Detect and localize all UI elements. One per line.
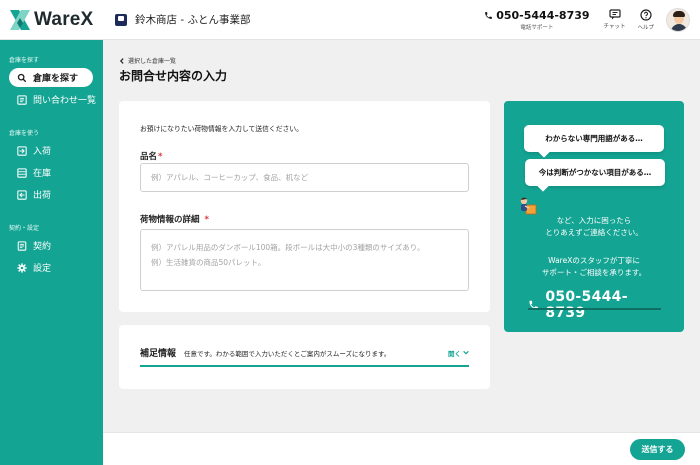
required-mark: *	[204, 215, 209, 225]
sidebar-section-title: 契約・設定	[9, 225, 40, 232]
sidebar-section-title: 倉庫を使う	[9, 130, 40, 137]
supplement-title: 補足情報	[140, 349, 177, 359]
support-panel: わからない専門用語がある… 今は判断がつかない項目がある… など、入力に困ったら…	[504, 101, 684, 332]
chevron-left-icon	[119, 57, 124, 64]
store-icon	[115, 13, 127, 26]
logo-text: WareX	[34, 8, 94, 30]
outbound-icon	[16, 189, 27, 200]
supplement-divider	[140, 365, 469, 367]
chat-icon	[608, 9, 621, 20]
support-text-line: とりあえずご連絡ください。	[545, 228, 643, 237]
support-text-line: など、入力に困ったら	[556, 216, 632, 225]
list-icon	[16, 94, 27, 105]
support-text-line: WareXのスタッフが丁寧に	[548, 256, 640, 265]
support-phone-underline	[528, 308, 661, 310]
phone-number: 050-5444-8739	[496, 8, 590, 22]
sidebar-item-settings[interactable]: 設定	[0, 258, 103, 277]
supplement-header[interactable]: 補足情報 任意です。わかる範囲で入力いただくとご案内がスムーズになります。 開く	[140, 346, 469, 359]
product-name-placeholder: 例）アパレル、コーヒーカップ、食品、机など	[151, 173, 309, 182]
product-name-label: 品名*	[140, 150, 162, 162]
breadcrumb[interactable]: 選択した倉庫一覧	[119, 56, 176, 65]
breadcrumb-link: 選択した倉庫一覧	[128, 58, 177, 65]
cargo-detail-placeholder-1: 例）アパレル用品のダンボール100箱。段ボールは大中小の3種類のサイズあり。	[151, 243, 425, 252]
product-name-input[interactable]: 例）アパレル、コーヒーカップ、食品、机など	[140, 163, 469, 192]
warex-logo-icon	[10, 9, 30, 30]
speech-bubble-2: 今は判断がつかない項目がある…	[525, 159, 665, 186]
cargo-detail-label-text: 荷物情報の詳細	[140, 215, 200, 225]
chevron-down-icon	[463, 350, 469, 355]
sidebar-item-find-warehouse[interactable]: 倉庫を探す	[9, 68, 93, 87]
support-phone-link[interactable]: 050-5444-8739	[528, 289, 661, 321]
sidebar-item-label: 契約	[33, 242, 52, 252]
sidebar-item-label: 問い合わせ一覧	[33, 96, 97, 106]
header-actions: 050-5444-8739 電話サポート チャット ヘルプ	[484, 0, 700, 40]
inbound-icon	[16, 145, 27, 156]
search-icon	[16, 72, 27, 83]
supplement-card: 補足情報 任意です。わかる範囲で入力いただくとご案内がスムーズになります。 開く	[119, 325, 490, 389]
support-text-line: サポート・ご相談を承ります。	[541, 268, 647, 277]
sidebar-item-label: 出荷	[33, 191, 52, 201]
sidebar-item-label: 設定	[33, 264, 52, 274]
contract-icon	[16, 240, 27, 251]
form-intro: お預けになりたい荷物情報を入力して送信ください。	[140, 125, 303, 133]
chat-button[interactable]: チャット	[603, 9, 626, 30]
chat-label: チャット	[603, 24, 626, 30]
cargo-detail-textarea[interactable]: 例）アパレル用品のダンボール100箱。段ボールは大中小の3種類のサイズあり。 例…	[140, 229, 469, 291]
top-header: WareX 鈴木商店 - ふとん事業部 050-5444-8739 電話サポート…	[0, 0, 700, 40]
support-text-1: など、入力に困ったら とりあえずご連絡ください。	[504, 215, 684, 239]
required-mark: *	[158, 152, 163, 162]
sidebar-item-inventory[interactable]: 在庫	[0, 163, 103, 182]
footer-bar: 送信する	[103, 432, 700, 465]
sidebar-item-outbound[interactable]: 出荷	[0, 185, 103, 204]
sidebar-item-inquiries[interactable]: 問い合わせ一覧	[0, 90, 103, 109]
inventory-icon	[16, 167, 27, 178]
phone-icon	[485, 11, 493, 19]
sidebar-item-contract[interactable]: 契約	[0, 236, 103, 255]
supplement-note: 任意です。わかる範囲で入力いただくとご案内がスムーズになります。	[184, 349, 391, 358]
page-title: お問合せ内容の入力	[119, 69, 228, 83]
sidebar: 倉庫を探す 倉庫を探す 問い合わせ一覧 倉庫を使う 入荷 在庫 出荷 契約・設定…	[0, 40, 103, 465]
phone-support[interactable]: 050-5444-8739 電話サポート	[484, 8, 590, 31]
sidebar-section-title: 倉庫を探す	[9, 57, 40, 64]
app-logo[interactable]: WareX	[0, 9, 103, 31]
cargo-detail-label: 荷物情報の詳細 *	[140, 213, 209, 225]
phone-support-label: 電話サポート	[520, 24, 554, 31]
inquiry-form-card: お預けになりたい荷物情報を入力して送信ください。 品名* 例）アパレル、コーヒー…	[119, 101, 490, 312]
store-name: 鈴木商店 - ふとん事業部	[135, 14, 251, 26]
speech-bubble-1: わからない専門用語がある…	[524, 125, 664, 152]
gear-icon	[16, 262, 27, 273]
cargo-detail-placeholder-2: 例）生活雑貨の商品50パレット。	[151, 258, 266, 267]
support-text-2: WareXのスタッフが丁寧に サポート・ご相談を承ります。	[504, 255, 684, 279]
send-button[interactable]: 送信する	[630, 439, 685, 460]
supplement-toggle-label: 開く	[448, 349, 461, 358]
support-phone-number: 050-5444-8739	[545, 289, 628, 321]
sidebar-item-label: 在庫	[33, 169, 52, 179]
supplement-open-toggle[interactable]: 開く	[448, 348, 469, 358]
help-button[interactable]: ヘルプ	[637, 8, 654, 31]
sidebar-item-inbound[interactable]: 入荷	[0, 141, 103, 160]
store-selector[interactable]: 鈴木商店 - ふとん事業部	[115, 12, 250, 27]
sidebar-item-label: 入荷	[33, 147, 52, 157]
sidebar-item-label: 倉庫を探す	[33, 74, 79, 84]
product-name-label-text: 品名	[140, 152, 158, 162]
worried-person-illustration	[516, 194, 538, 216]
help-icon	[640, 8, 652, 21]
help-label: ヘルプ	[637, 24, 654, 31]
user-avatar[interactable]	[666, 7, 690, 32]
